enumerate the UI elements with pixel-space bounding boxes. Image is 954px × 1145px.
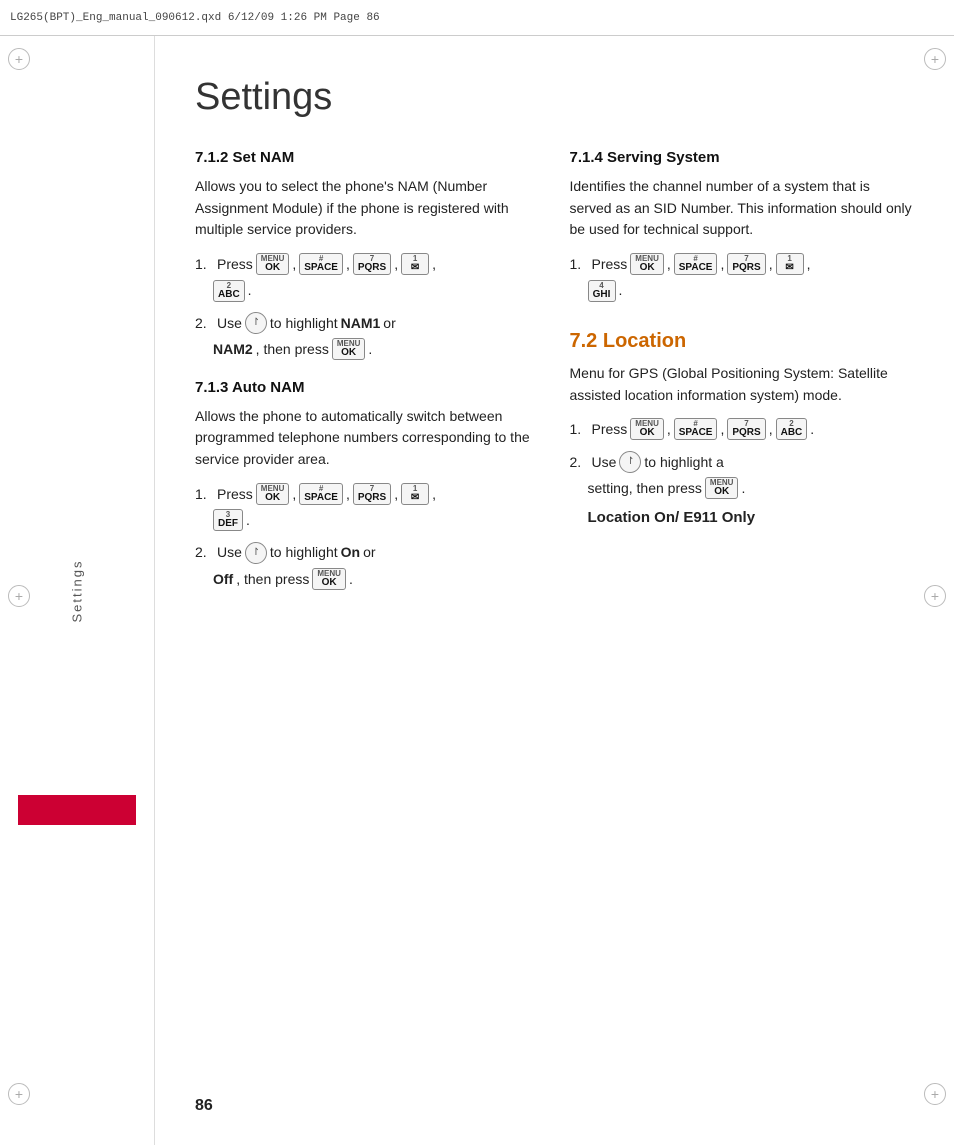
page-title: Settings	[195, 76, 914, 119]
key-1: 1✉	[401, 483, 429, 505]
section-713-step2: 2. Use ↾ to highlight On or	[195, 541, 540, 563]
press-text: Press	[217, 253, 253, 275]
on-text: On	[341, 541, 360, 563]
step-label: 1.	[195, 483, 213, 505]
step-content: Press MENUOK , #SPACE , 7PQRS , 1✉ ,	[592, 253, 811, 275]
key-menu-ok-3: MENUOK	[312, 568, 346, 590]
section-72: 7.2 Location Menu for GPS (Global Positi…	[570, 330, 915, 527]
step-content: NAM2 , then press MENUOK .	[213, 338, 372, 360]
sidebar: Settings	[0, 36, 155, 1145]
step-label: 1.	[195, 253, 213, 275]
header-bar: LG265(BPT)_Eng_manual_090612.qxd 6/12/09…	[0, 0, 954, 36]
step-label: 2.	[570, 451, 588, 473]
key-menu-ok-2: MENUOK	[332, 338, 366, 360]
section-714-step1b: 4GHI .	[570, 279, 915, 301]
key-3def: 3DEF	[213, 509, 243, 531]
step-content: setting, then press MENUOK .	[588, 477, 746, 499]
key-menu-ok: MENUOK	[256, 253, 290, 275]
section-712-description: Allows you to select the phone's NAM (Nu…	[195, 176, 540, 241]
key-2abc: 2ABC	[213, 280, 245, 302]
section-714-description: Identifies the channel number of a syste…	[570, 176, 915, 241]
step-content: Press MENUOK , #SPACE , 7PQRS , 1✉ ,	[217, 253, 436, 275]
step-label: 1.	[570, 253, 588, 275]
press-text: Press	[592, 253, 628, 275]
header-text: LG265(BPT)_Eng_manual_090612.qxd 6/12/09…	[10, 12, 380, 24]
section-714-step1: 1. Press MENUOK , #SPACE , 7PQRS , 1✉ ,	[570, 253, 915, 275]
press-text: Press	[217, 483, 253, 505]
section-713-step1b: 3DEF .	[195, 509, 540, 531]
section-712-step1: 1. Press MENUOK , #SPACE , 7PQRS , 1✉ ,	[195, 253, 540, 275]
sidebar-label: Settings	[70, 559, 85, 622]
step-label: 2.	[195, 312, 213, 334]
section-72-step2b: setting, then press MENUOK .	[570, 477, 915, 499]
step-content: Press MENUOK , #SPACE , 7PQRS , 2ABC .	[592, 418, 815, 440]
section-714: 7.1.4 Serving System Identifies the chan…	[570, 149, 915, 302]
location-options-text: Location On/ E911 Only	[588, 509, 756, 526]
to-highlight-text: to highlight	[270, 541, 338, 563]
section-713-description: Allows the phone to automatically switch…	[195, 406, 540, 471]
key-2abc: 2ABC	[776, 418, 808, 440]
nav-icon: ↾	[245, 312, 267, 334]
section-713-heading: 7.1.3 Auto NAM	[195, 379, 540, 396]
key-7pqrs: 7PQRS	[353, 253, 391, 275]
step-content: Off , then press MENUOK .	[213, 568, 353, 590]
key-menu-ok: MENUOK	[630, 253, 664, 275]
key-hash-space: #SPACE	[674, 253, 718, 275]
main-content: Settings 7.1.2 Set NAM Allows you to sel…	[155, 36, 954, 1145]
use-text: Use	[217, 312, 242, 334]
section-714-heading: 7.1.4 Serving System	[570, 149, 915, 166]
step-content: Press MENUOK , #SPACE , 7PQRS , 1✉ ,	[217, 483, 436, 505]
step-content: Use ↾ to highlight On or	[217, 541, 376, 563]
use-text: Use	[592, 451, 617, 473]
page-number: 86	[195, 1097, 213, 1115]
sidebar-highlight	[18, 795, 136, 825]
key-1: 1✉	[776, 253, 804, 275]
section-72-step2: 2. Use ↾ to highlight a	[570, 451, 915, 473]
right-column: 7.1.4 Serving System Identifies the chan…	[570, 149, 915, 600]
step-content: Use ↾ to highlight a	[592, 451, 724, 473]
section-72-description: Menu for GPS (Global Positioning System:…	[570, 363, 915, 406]
nam2-text: NAM2	[213, 338, 253, 360]
key-7pqrs: 7PQRS	[353, 483, 391, 505]
section-712-heading: 7.1.2 Set NAM	[195, 149, 540, 166]
key-7pqrs: 7PQRS	[727, 253, 765, 275]
to-highlight-text: to highlight	[270, 312, 338, 334]
key-4ghi: 4GHI	[588, 280, 616, 302]
left-column: 7.1.2 Set NAM Allows you to select the p…	[195, 149, 540, 600]
section-713: 7.1.3 Auto NAM Allows the phone to autom…	[195, 379, 540, 591]
key-7pqrs: 7PQRS	[727, 418, 765, 440]
section-712-step2b: NAM2 , then press MENUOK .	[195, 338, 540, 360]
section-712-step1b: 2ABC .	[195, 279, 540, 301]
key-menu-ok: MENUOK	[630, 418, 664, 440]
key-hash-space: #SPACE	[299, 483, 343, 505]
to-highlight-text: to highlight a	[644, 451, 723, 473]
section-72-step1: 1. Press MENUOK , #SPACE , 7PQRS , 2ABC …	[570, 418, 915, 440]
section-712-step2: 2. Use ↾ to highlight NAM1 or	[195, 312, 540, 334]
key-hash-space: #SPACE	[299, 253, 343, 275]
section-72-location-options: Location On/ E911 Only	[570, 509, 915, 526]
step-label: 2.	[195, 541, 213, 563]
press-text: Press	[592, 418, 628, 440]
nav-icon: ↾	[245, 542, 267, 564]
section-712: 7.1.2 Set NAM Allows you to select the p…	[195, 149, 540, 361]
key-menu-ok: MENUOK	[256, 483, 290, 505]
key-menu-ok-loc: MENUOK	[705, 477, 739, 499]
off-text: Off	[213, 568, 233, 590]
section-713-step2b: Off , then press MENUOK .	[195, 568, 540, 590]
step-content: 3DEF .	[213, 509, 250, 531]
step-label: 1.	[570, 418, 588, 440]
key-hash-space: #SPACE	[674, 418, 718, 440]
step-content: 4GHI .	[588, 279, 623, 301]
nav-icon: ↾	[619, 451, 641, 473]
section-713-step1: 1. Press MENUOK , #SPACE , 7PQRS , 1✉ ,	[195, 483, 540, 505]
key-1: 1✉	[401, 253, 429, 275]
section-72-heading: 7.2 Location	[570, 330, 915, 353]
step-content: Use ↾ to highlight NAM1 or	[217, 312, 396, 334]
two-column-layout: 7.1.2 Set NAM Allows you to select the p…	[195, 149, 914, 600]
use-text: Use	[217, 541, 242, 563]
nam1-text: NAM1	[341, 312, 381, 334]
step-content: 2ABC .	[213, 279, 252, 301]
